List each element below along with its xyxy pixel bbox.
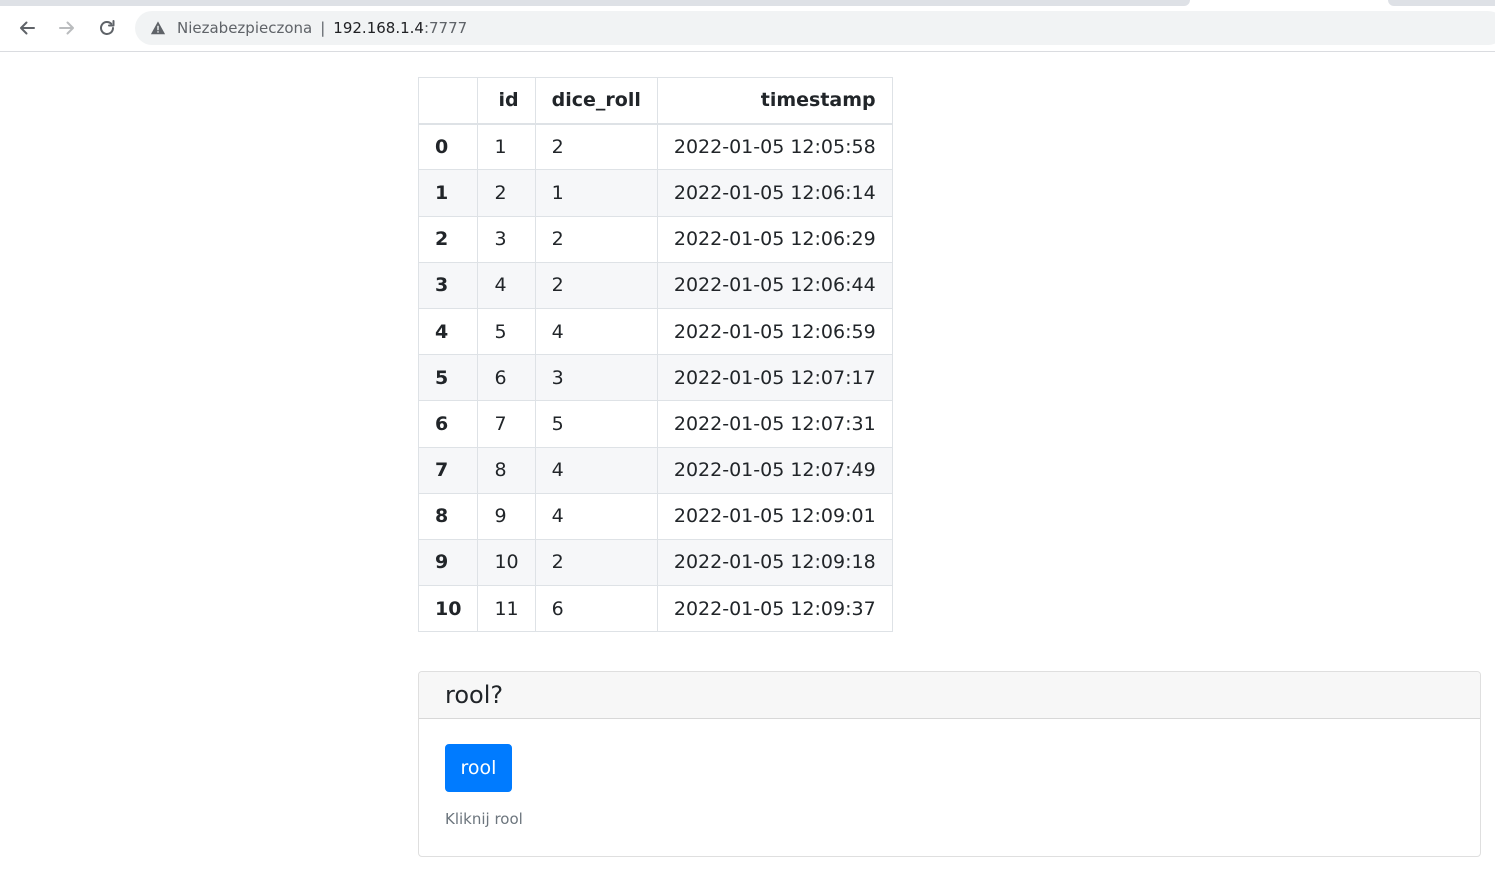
- cell-id: 1: [477, 123, 536, 171]
- row-index: 0: [417, 123, 479, 171]
- cell-id: 10: [477, 538, 536, 587]
- table-row: 2 3 2 2022-01-05 12:06:29: [417, 215, 893, 263]
- warning-triangle-icon[interactable]: [149, 19, 167, 37]
- card-title: rool?: [445, 681, 504, 709]
- row-index: 7: [417, 446, 479, 494]
- table-row: 0 1 2 2022-01-05 12:05:58: [417, 123, 893, 171]
- column-header-dice-roll: dice_roll: [534, 76, 658, 125]
- row-index: 4: [417, 307, 479, 356]
- cell-timestamp: 2022-01-05 12:07:31: [656, 400, 893, 448]
- row-index: 3: [417, 261, 479, 309]
- row-index: 5: [417, 354, 479, 402]
- cell-timestamp: 2022-01-05 12:06:29: [656, 215, 893, 263]
- url-port[interactable]: :7777: [424, 19, 467, 37]
- address-bar[interactable]: Niezabezpieczona | 192.168.1.4:7777: [135, 11, 1495, 45]
- url-host[interactable]: 192.168.1.4: [333, 19, 424, 37]
- security-status-label[interactable]: Niezabezpieczona: [177, 19, 312, 37]
- browser-toolbar: Niezabezpieczona | 192.168.1.4:7777: [0, 6, 1495, 52]
- reload-icon: [100, 20, 115, 35]
- row-index: 10: [417, 585, 479, 633]
- cell-id: 4: [477, 261, 536, 309]
- cell-dice-roll: 6: [534, 585, 658, 633]
- table-row: 8 9 4 2022-01-05 12:09:01: [417, 492, 893, 540]
- cell-dice-roll: 3: [534, 354, 658, 402]
- arrow-left-icon: [20, 21, 35, 35]
- cell-id: 5: [477, 307, 536, 356]
- table-header-row: id dice_roll timestamp: [417, 76, 893, 125]
- cell-timestamp: 2022-01-05 12:09:37: [656, 585, 893, 633]
- cell-timestamp: 2022-01-05 12:06:44: [656, 261, 893, 309]
- table-row: 6 7 5 2022-01-05 12:07:31: [417, 400, 893, 448]
- card-body: rool Kliknij rool: [419, 719, 1480, 853]
- rool-card: rool? rool Kliknij rool: [418, 671, 1481, 857]
- row-index: 1: [417, 169, 479, 217]
- cell-dice-roll: 2: [534, 261, 658, 309]
- table-row: 4 5 4 2022-01-05 12:06:59: [417, 307, 893, 356]
- table-row: 1 2 1 2022-01-05 12:06:14: [417, 169, 893, 217]
- rool-button[interactable]: rool: [445, 744, 512, 792]
- cell-dice-roll: 4: [534, 446, 658, 494]
- column-header-id: id: [477, 76, 536, 125]
- helper-text: Kliknij rool: [445, 810, 523, 828]
- dice-roll-table: id dice_roll timestamp 0 1 2 2022-01-05 12:…: [417, 76, 893, 633]
- arrow-right-icon: [59, 21, 74, 35]
- back-button[interactable]: [11, 12, 43, 44]
- cell-id: 6: [477, 354, 536, 402]
- cell-dice-roll: 2: [534, 215, 658, 263]
- cell-id: 7: [477, 400, 536, 448]
- cell-timestamp: 2022-01-05 12:06:14: [656, 169, 893, 217]
- table-row: 10 11 6 2022-01-05 12:09:37: [417, 585, 893, 633]
- row-index: 8: [417, 492, 479, 540]
- table-row: 3 4 2 2022-01-05 12:06:44: [417, 261, 893, 309]
- cell-dice-roll: 5: [534, 400, 658, 448]
- column-header-index: [417, 76, 479, 125]
- cell-dice-roll: 1: [534, 169, 658, 217]
- card-header: rool?: [419, 672, 1480, 719]
- cell-id: 3: [477, 215, 536, 263]
- cell-dice-roll: 4: [534, 307, 658, 356]
- table-row: 5 6 3 2022-01-05 12:07:17: [417, 354, 893, 402]
- row-index: 9: [417, 538, 479, 587]
- cell-id: 8: [477, 446, 536, 494]
- cell-id: 9: [477, 492, 536, 540]
- forward-button[interactable]: [51, 12, 83, 44]
- row-index: 2: [417, 215, 479, 263]
- cell-timestamp: 2022-01-05 12:09:18: [656, 538, 893, 587]
- cell-timestamp: 2022-01-05 12:07:17: [656, 354, 893, 402]
- table-row: 9 10 2 2022-01-05 12:09:18: [417, 538, 893, 587]
- reload-button[interactable]: [91, 12, 123, 44]
- cell-id: 2: [477, 169, 536, 217]
- omnibox-separator: |: [320, 19, 326, 37]
- cell-id: 11: [477, 585, 536, 633]
- cell-timestamp: 2022-01-05 12:06:59: [656, 307, 893, 356]
- cell-timestamp: 2022-01-05 12:05:58: [656, 123, 893, 171]
- cell-dice-roll: 2: [534, 123, 658, 171]
- cell-timestamp: 2022-01-05 12:09:01: [656, 492, 893, 540]
- cell-dice-roll: 2: [534, 538, 658, 587]
- table-row: 7 8 4 2022-01-05 12:07:49: [417, 446, 893, 494]
- cell-dice-roll: 4: [534, 492, 658, 540]
- column-header-timestamp: timestamp: [656, 76, 893, 125]
- cell-timestamp: 2022-01-05 12:07:49: [656, 446, 893, 494]
- row-index: 6: [417, 400, 479, 448]
